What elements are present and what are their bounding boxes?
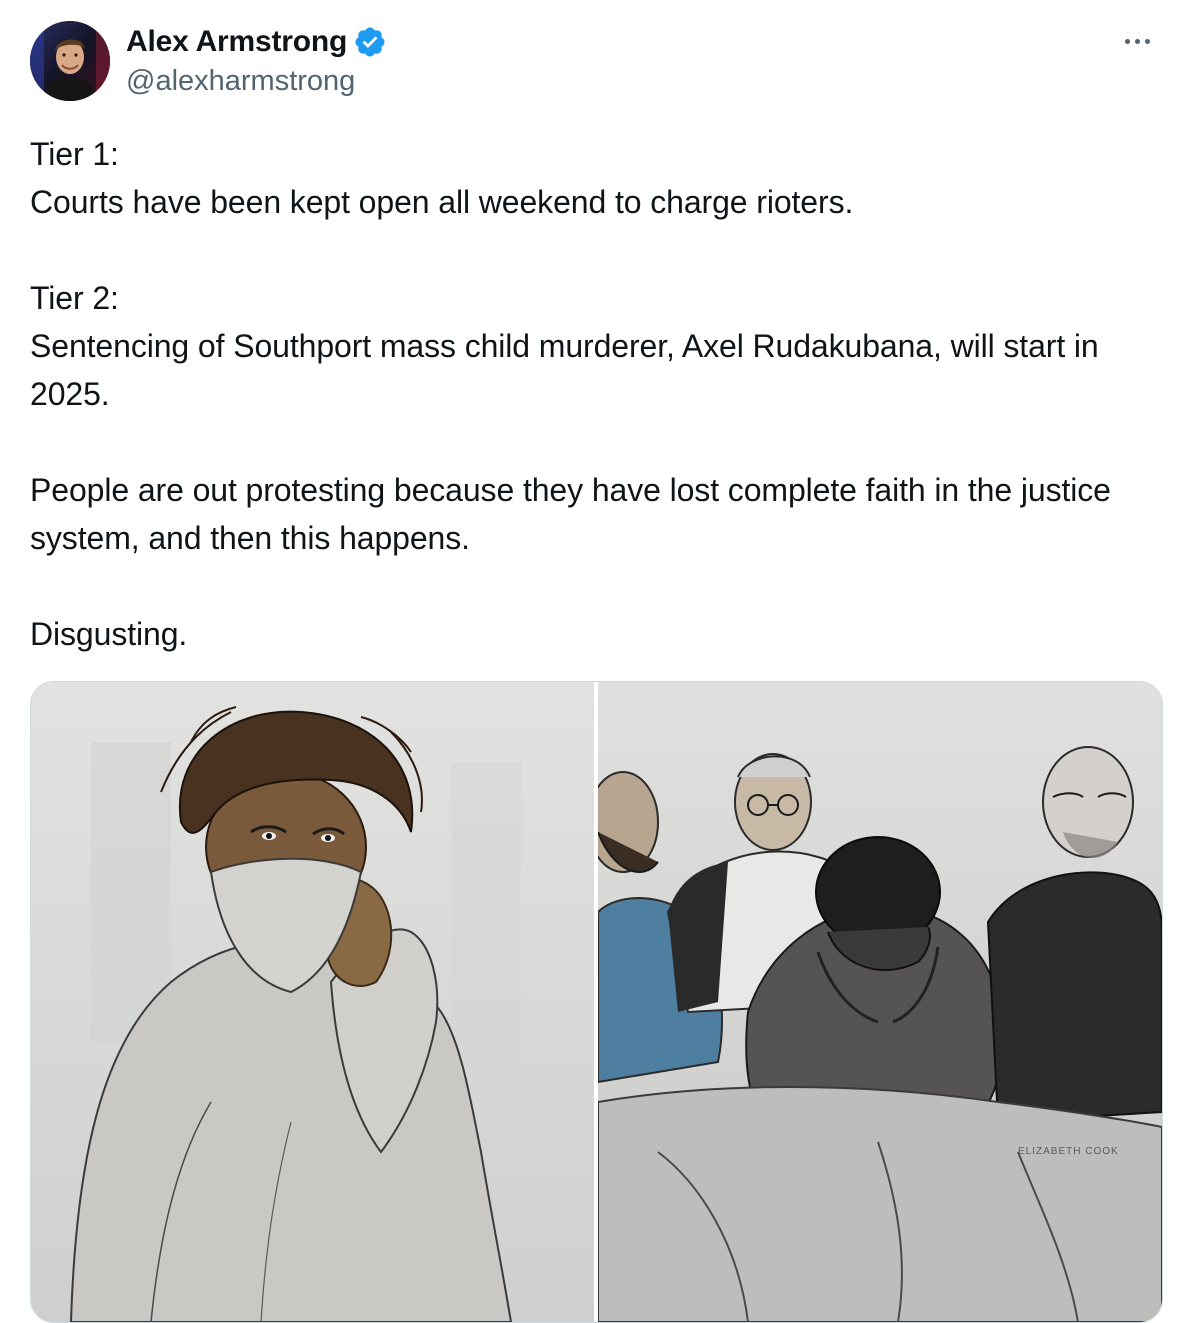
more-options-button[interactable]: [1115, 26, 1159, 56]
media-image-2[interactable]: ELIZABETH COOK: [598, 682, 1162, 1322]
author-display-name[interactable]: Alex Armstrong: [126, 25, 347, 59]
media-grid: ELIZABETH COOK: [30, 681, 1163, 1323]
ellipsis-dot: [1134, 38, 1140, 44]
closing-line: Disgusting.: [30, 616, 188, 652]
name-row: Alex Armstrong: [126, 22, 387, 62]
paragraph-three: People are out protesting because they h…: [30, 472, 1111, 556]
tier2-heading: Tier 2:: [30, 280, 119, 316]
author-handle[interactable]: @alexharmstrong: [126, 62, 387, 100]
ellipsis-dot: [1144, 38, 1150, 44]
author-avatar[interactable]: [30, 21, 110, 101]
tier2-text: Sentencing of Southport mass child murde…: [30, 328, 1099, 412]
tweet: Alex Armstrong @alexharmstrong Tier 1: C…: [0, 0, 1193, 1323]
artist-signature: ELIZABETH COOK: [1018, 1146, 1119, 1157]
court-sketch-covering-face-image: [31, 682, 594, 1322]
verified-badge-icon[interactable]: [353, 25, 387, 59]
ellipsis-dot: [1124, 38, 1130, 44]
tier1-heading: Tier 1:: [30, 136, 119, 172]
court-sketch-head-in-hands-image: ELIZABETH COOK: [598, 682, 1162, 1322]
tweet-text: Tier 1: Courts have been kept open all w…: [30, 130, 1150, 658]
tier1-text: Courts have been kept open all weekend t…: [30, 184, 854, 220]
media-image-1[interactable]: [31, 682, 594, 1322]
author-header: Alex Armstrong @alexharmstrong: [126, 22, 387, 100]
avatar-portrait-icon: [30, 21, 110, 101]
